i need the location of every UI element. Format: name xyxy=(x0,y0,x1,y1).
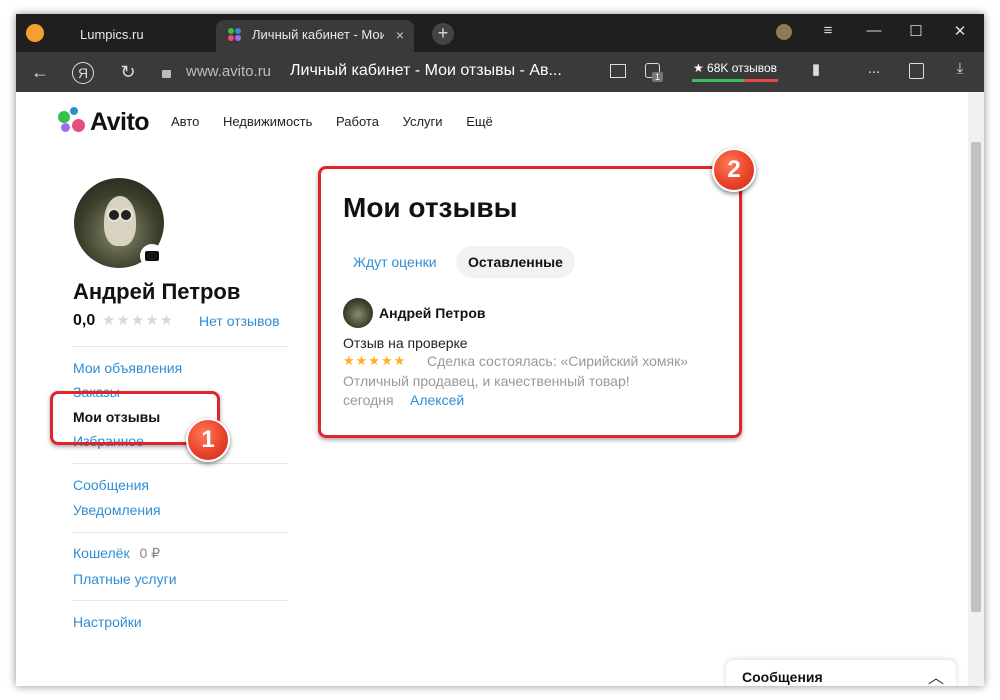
close-window-icon[interactable]: ✕ xyxy=(948,22,972,40)
browser-window: Lumpics.ru Личный кабинет - Мои × + ≡ — … xyxy=(16,14,984,686)
sidebar-item-paid-services[interactable]: Платные услуги xyxy=(73,571,177,587)
reviews-rating-bar xyxy=(692,79,778,82)
extension-icon[interactable]: 1 xyxy=(640,60,664,82)
highlight-reviews-panel xyxy=(318,166,742,438)
divider xyxy=(73,532,288,533)
nav-item-auto[interactable]: Авто xyxy=(171,114,199,129)
sidebar-item-settings[interactable]: Настройки xyxy=(73,614,142,630)
annotation-badge-2: 2 xyxy=(712,148,756,192)
tab-title: Lumpics.ru xyxy=(80,27,144,42)
tab-lumpics[interactable]: Lumpics.ru xyxy=(80,20,200,52)
top-nav: Авто Недвижимость Работа Услуги Ещё xyxy=(171,114,513,129)
more-icon[interactable]: ... xyxy=(862,60,886,77)
divider xyxy=(73,463,288,464)
translate-icon[interactable] xyxy=(606,60,630,82)
maximize-icon[interactable]: ☐ xyxy=(904,22,928,40)
no-reviews-link[interactable]: Нет отзывов xyxy=(199,313,280,329)
sidebar-item-notifications[interactable]: Уведомления xyxy=(73,502,161,518)
back-icon[interactable]: ← xyxy=(28,60,52,84)
scrollbar[interactable] xyxy=(968,92,984,686)
page-content: Avito Авто Недвижимость Работа Услуги Ещ… xyxy=(16,92,968,686)
reload-icon[interactable]: ↻ xyxy=(116,60,140,84)
nav-item-realty[interactable]: Недвижимость xyxy=(223,114,312,129)
tab-bar: Lumpics.ru Личный кабинет - Мои × + ≡ — … xyxy=(16,14,984,52)
rating-value: 0,0 xyxy=(73,312,96,329)
browser-logo-icon[interactable] xyxy=(26,24,44,42)
tab-title: Личный кабинет - Мои xyxy=(252,27,384,42)
divider xyxy=(73,346,288,347)
tab-avito[interactable]: Личный кабинет - Мои × xyxy=(216,20,414,52)
annotation-badge-1: 1 xyxy=(186,418,230,462)
new-tab-button[interactable]: + xyxy=(432,23,454,45)
scrollbar-thumb[interactable] xyxy=(971,142,981,612)
lock-icon[interactable] xyxy=(162,64,171,81)
divider xyxy=(73,600,288,601)
yandex-icon[interactable]: Я xyxy=(72,62,94,84)
owl-image xyxy=(104,196,136,246)
logo-text: Avito xyxy=(90,108,150,136)
url-page-title: Личный кабинет - Мои отзывы - Ав... xyxy=(290,62,562,79)
minimize-icon[interactable]: — xyxy=(862,22,886,39)
nav-item-services[interactable]: Услуги xyxy=(403,114,443,129)
profile-icon[interactable] xyxy=(772,22,796,44)
wallet-label: Кошелёк xyxy=(73,545,130,561)
url-field[interactable]: www.avito.ru Личный кабинет - Мои отзывы… xyxy=(156,58,566,86)
reviews-label: ★ 68K отзывов xyxy=(692,61,778,75)
reviews-button[interactable]: ★ 68K отзывов xyxy=(688,58,782,84)
menu-icon[interactable]: ≡ xyxy=(816,22,840,39)
nav-item-more[interactable]: Ещё xyxy=(466,114,493,129)
url-domain: www.avito.ru xyxy=(186,63,272,80)
extension-badge: 1 xyxy=(652,72,664,82)
collections-icon[interactable] xyxy=(904,60,928,83)
avito-favicon-icon xyxy=(228,28,242,42)
chevron-up-icon[interactable]: ︿ xyxy=(928,664,944,686)
sidebar-item-wallet[interactable]: Кошелёк 0 ₽ xyxy=(73,545,160,562)
tab-close-icon[interactable]: × xyxy=(396,20,404,50)
nav-item-jobs[interactable]: Работа xyxy=(336,114,379,129)
messages-panel-label: Сообщения xyxy=(742,669,823,685)
wallet-value: 0 ₽ xyxy=(139,545,161,561)
sidebar-item-messages[interactable]: Сообщения xyxy=(73,477,149,493)
downloads-icon[interactable]: ⤓ xyxy=(948,60,972,77)
bookmark-icon[interactable]: ▮ xyxy=(804,60,828,78)
messages-panel[interactable]: Сообщения ︿ xyxy=(726,660,956,686)
address-bar: ← Я ↻ www.avito.ru Личный кабинет - Мои … xyxy=(16,52,984,92)
sidebar-item-my-ads[interactable]: Мои объявления xyxy=(73,360,182,376)
rating-stars-icon: ★★★★★ xyxy=(102,312,175,329)
profile-name: Андрей Петров xyxy=(73,279,241,304)
camera-icon[interactable] xyxy=(140,244,164,268)
